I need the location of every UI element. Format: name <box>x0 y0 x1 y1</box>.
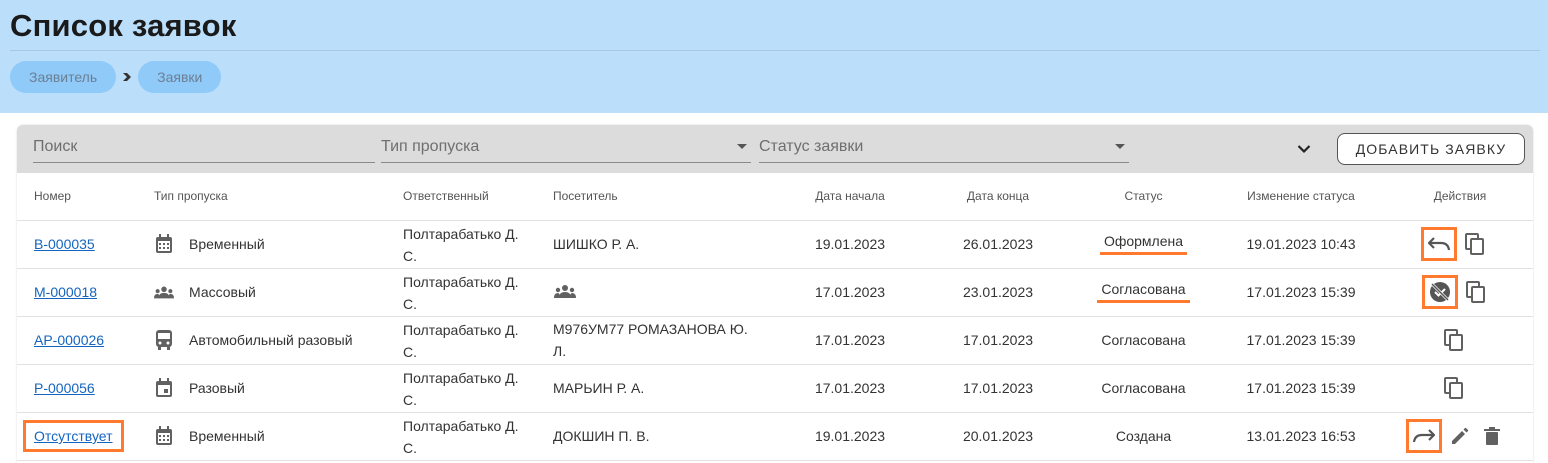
responsible-name: Полтарабатько Д. <box>403 322 519 338</box>
start-date: 19.01.2023 <box>776 220 924 269</box>
visitor-name: МАРЬИН Р. А. <box>553 380 645 396</box>
requests-panel: Тип пропуска Статус заявки ДОБАВИТЬ ЗАЯВ… <box>17 125 1533 463</box>
visitor-name: М976УМ77 РОМАЗАНОВА Ю. <box>553 321 748 337</box>
group-icon <box>553 284 577 301</box>
request-number-link[interactable]: М-000018 <box>34 284 97 300</box>
edit-icon[interactable] <box>1446 422 1474 450</box>
pass-type-label: Разовый <box>189 380 245 396</box>
request-number-highlight: Отсутствует <box>23 420 124 452</box>
breadcrumb-item-applicant[interactable]: Заявитель <box>10 61 117 93</box>
page-header: Список заявок Заявитель Заявки <box>0 0 1548 113</box>
column-header-number[interactable]: Номер <box>17 173 154 221</box>
responsible-name-cont: С. <box>403 440 417 456</box>
column-header-end-date[interactable]: Дата конца <box>924 173 1072 221</box>
add-request-button[interactable]: ДОБАВИТЬ ЗАЯВКУ <box>1337 133 1525 165</box>
status-select-label: Статус заявки <box>759 138 864 155</box>
requests-table: Номер Тип пропуска Ответственный Посетит… <box>17 173 1533 461</box>
status-badge: Согласована <box>1097 281 1190 303</box>
status-changed: 13.01.2023 16:53 <box>1215 412 1387 461</box>
status-select[interactable]: Статус заявки <box>759 135 1129 163</box>
table-row: АР-000026 Автомобильный разовый Полтараб… <box>17 316 1533 365</box>
status-changed: 17.01.2023 15:39 <box>1215 364 1387 413</box>
pass-type-label: Массовый <box>189 284 256 300</box>
end-date: 26.01.2023 <box>924 220 1072 269</box>
responsible-name: Полтарабатько Д. <box>403 370 519 386</box>
column-header-responsible[interactable]: Ответственный <box>403 173 553 221</box>
table-row: Отсутствует Временный Полтарабатько Д. С.… <box>17 412 1533 461</box>
status-badge: Согласована <box>1101 380 1186 396</box>
group-icon <box>154 282 174 302</box>
start-date: 17.01.2023 <box>776 268 924 317</box>
copy-icon[interactable] <box>1462 278 1490 306</box>
responsible-name-cont: С. <box>403 344 417 360</box>
title-divider <box>10 50 1540 51</box>
request-number-link[interactable]: АР-000026 <box>34 332 104 348</box>
pass-type-select-label: Тип пропуска <box>381 138 480 155</box>
filter-toolbar: Тип пропуска Статус заявки ДОБАВИТЬ ЗАЯВ… <box>17 125 1533 173</box>
start-date: 17.01.2023 <box>776 364 924 413</box>
request-number-link[interactable]: В-000035 <box>34 236 95 252</box>
visitor-name: ШИШКО Р. А. <box>553 236 640 252</box>
pass-type-label: Автомобильный разовый <box>189 332 353 348</box>
table-row: М-000018 Массовый Полтарабатько Д. С. 17.… <box>17 268 1533 317</box>
table-header-row: Номер Тип пропуска Ответственный Посетит… <box>17 173 1533 221</box>
responsible-name-cont: С. <box>403 296 417 312</box>
table-row: В-000035 Временный Полтарабатько Д. С. ШИ… <box>17 220 1533 269</box>
breadcrumb-separator-icon <box>116 71 138 83</box>
start-date: 17.01.2023 <box>776 316 924 365</box>
column-header-status-changed[interactable]: Изменение статуса <box>1215 173 1387 221</box>
event-icon <box>154 378 174 398</box>
calendar-icon <box>154 426 174 446</box>
page-title: Список заявок <box>10 8 237 43</box>
search-input[interactable] <box>33 135 375 159</box>
undo-icon[interactable] <box>1421 227 1457 261</box>
column-header-status[interactable]: Статус <box>1072 173 1215 221</box>
pass-type-select[interactable]: Тип пропуска <box>381 135 751 163</box>
status-badge: Оформлена <box>1099 233 1188 255</box>
status-changed: 17.01.2023 15:39 <box>1215 268 1387 317</box>
delete-icon[interactable] <box>1478 422 1506 450</box>
pass-type-label: Временный <box>189 428 265 444</box>
copy-icon[interactable] <box>1440 374 1468 402</box>
request-number-link[interactable]: Р-000056 <box>34 380 95 396</box>
responsible-name: Полтарабатько Д. <box>403 418 519 434</box>
end-date: 17.01.2023 <box>924 364 1072 413</box>
redo-icon[interactable] <box>1406 419 1442 453</box>
start-date: 19.01.2023 <box>776 412 924 461</box>
calendar-icon <box>154 234 174 254</box>
column-header-visitor[interactable]: Посетитель <box>553 173 776 221</box>
breadcrumb-item-requests[interactable]: Заявки <box>138 61 222 93</box>
responsible-name: Полтарабатько Д. <box>403 274 519 290</box>
copy-icon[interactable] <box>1461 230 1489 258</box>
column-header-start-date[interactable]: Дата начала <box>776 173 924 221</box>
end-date: 20.01.2023 <box>924 412 1072 461</box>
request-number-link[interactable]: Отсутствует <box>34 428 113 444</box>
status-badge: Создана <box>1115 428 1172 444</box>
responsible-name: Полтарабатько Д. <box>403 226 519 242</box>
responsible-name-cont: С. <box>403 248 417 264</box>
visitor-name: ДОКШИН П. В. <box>553 428 650 444</box>
visitor-name-cont: Л. <box>553 343 567 359</box>
chevron-down-icon <box>1297 145 1311 154</box>
cancel-icon[interactable] <box>1422 275 1458 309</box>
column-header-actions: Действия <box>1387 173 1533 221</box>
status-changed: 17.01.2023 15:39 <box>1215 316 1387 365</box>
bus-icon <box>154 330 174 350</box>
pass-type-label: Временный <box>189 236 265 252</box>
dropdown-arrow-icon <box>1115 144 1125 149</box>
end-date: 17.01.2023 <box>924 316 1072 365</box>
expand-filters-button[interactable] <box>1294 139 1314 159</box>
search-field <box>33 135 375 163</box>
copy-icon[interactable] <box>1440 326 1468 354</box>
status-badge: Согласована <box>1101 332 1186 348</box>
responsible-name-cont: С. <box>403 392 417 408</box>
dropdown-arrow-icon <box>737 144 747 149</box>
end-date: 23.01.2023 <box>924 268 1072 317</box>
status-changed: 19.01.2023 10:43 <box>1215 220 1387 269</box>
breadcrumb: Заявитель Заявки <box>10 61 222 93</box>
column-header-pass-type[interactable]: Тип пропуска <box>154 173 403 221</box>
table-row: Р-000056 Разовый Полтарабатько Д. С. МАРЬ… <box>17 364 1533 413</box>
